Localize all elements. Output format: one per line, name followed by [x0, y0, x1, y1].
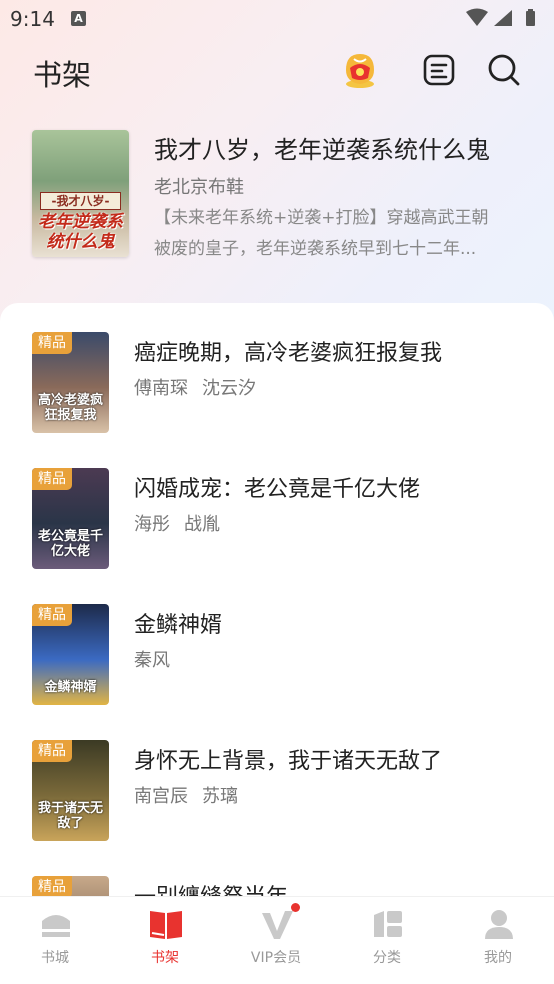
- nav-label: 我的: [484, 950, 512, 966]
- book-authors: 傅南琛 沈云汐: [134, 378, 256, 399]
- nav-label: 分类: [373, 950, 401, 966]
- home-indicator: [0, 970, 554, 984]
- nav-label: VIP会员: [250, 950, 302, 966]
- book-authors: 南宫辰 苏璃: [134, 786, 238, 807]
- list-item[interactable]: 精品 老公竟是千亿大佬 闪婚成宠：老公竟是千亿大佬 海彤 战胤: [0, 468, 554, 570]
- book-authors: 海彤 战胤: [134, 514, 220, 535]
- cover-text: 老公竟是千亿大佬: [37, 529, 103, 559]
- nav-item-bookshelf[interactable]: 书架: [110, 897, 220, 971]
- book-title: 闪婚成宠：老公竟是千亿大佬: [134, 477, 421, 502]
- list-item[interactable]: 精品 金鳞神婿 金鳞神婿 秦风: [0, 604, 554, 706]
- status-time: 9:14: [10, 7, 55, 31]
- featured-book-description: 【未来老年系统+逆袭+打脸】穿越高武王朝 被废的皇子，老年逆袭系统早到七十二年.…: [154, 208, 489, 259]
- list-icon[interactable]: [421, 52, 457, 88]
- signal-battery-icons: [466, 8, 535, 26]
- nav-label: 书架: [151, 950, 179, 966]
- book-authors: 秦风: [134, 650, 170, 671]
- nav-item-vip[interactable]: VIP会员: [221, 897, 331, 971]
- bookshelf-icon: [150, 911, 182, 939]
- profile-icon: [485, 910, 513, 939]
- cover-text: 老年逆袭系统什么鬼: [38, 212, 123, 252]
- category-icon: [374, 911, 402, 937]
- premium-badge: 精品: [32, 740, 72, 762]
- page-title: 书架: [33, 58, 92, 92]
- cover-text: 金鳞神婿: [44, 680, 97, 695]
- list-item[interactable]: 精品 我于诸天无敌了 身怀无上背景，我于诸天无敌了 南宫辰 苏璃: [0, 740, 554, 842]
- cover-text: 我于诸天无敌了: [37, 801, 103, 831]
- vip-icon: [262, 911, 293, 939]
- list-item[interactable]: 精品 高冷老婆疯狂报复我 癌症晚期，高冷老婆疯狂报复我 傅南琛 沈云汐: [0, 332, 554, 434]
- premium-badge: 精品: [32, 332, 72, 354]
- notification-icon: A: [71, 11, 86, 26]
- search-icon[interactable]: [486, 52, 522, 88]
- bookstore-icon: [42, 915, 70, 937]
- premium-badge: 精品: [32, 604, 72, 626]
- book-title: 金鳞神婿: [134, 613, 223, 638]
- gift-icon[interactable]: [340, 50, 380, 90]
- bottom-nav: 书城 书架 VIP会员 分类 我的: [0, 896, 554, 970]
- book-title: 癌症晚期，高冷老婆疯狂报复我: [134, 341, 443, 366]
- featured-book-author: 老北京布鞋: [154, 177, 244, 198]
- book-cover[interactable]: 精品 高冷老婆疯狂报复我: [32, 332, 109, 433]
- nav-item-profile[interactable]: 我的: [443, 897, 553, 971]
- book-title: 身怀无上背景，我于诸天无敌了: [134, 749, 443, 774]
- book-cover[interactable]: 精品 金鳞神婿: [32, 604, 109, 705]
- premium-badge: 精品: [32, 876, 72, 898]
- featured-book-title[interactable]: 我才八岁，老年逆袭系统什么鬼: [154, 130, 490, 165]
- status-bar: 9:14 A: [0, 0, 554, 38]
- notification-dot: [291, 903, 300, 912]
- book-cover[interactable]: 精品 老公竟是千亿大佬: [32, 468, 109, 569]
- book-cover[interactable]: 精品 我于诸天无敌了: [32, 740, 109, 841]
- premium-badge: 精品: [32, 468, 72, 490]
- cover-text: -我才八岁-: [40, 192, 121, 210]
- nav-label: 书城: [41, 950, 69, 966]
- cover-text: 高冷老婆疯狂报复我: [37, 393, 103, 423]
- featured-book-cover[interactable]: -我才八岁- 老年逆袭系统什么鬼: [32, 130, 129, 257]
- nav-item-category[interactable]: 分类: [332, 897, 442, 971]
- nav-item-bookstore[interactable]: 书城: [0, 897, 110, 971]
